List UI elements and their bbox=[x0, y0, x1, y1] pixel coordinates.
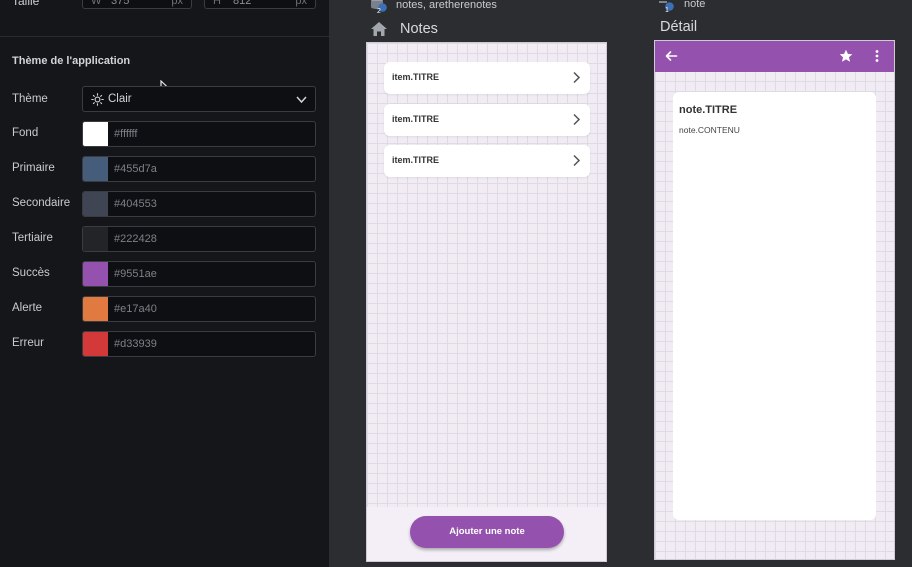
detail-title: note.TITRE bbox=[679, 104, 738, 116]
phone-screen-detail[interactable]: note.TITRE note.CONTENU bbox=[654, 40, 895, 560]
color-row-secondaire: Secondaire #404553 bbox=[0, 191, 329, 217]
back-arrow-icon[interactable] bbox=[664, 49, 678, 63]
color-label: Primaire bbox=[12, 162, 55, 174]
list-item-title: item.TITRE bbox=[392, 114, 440, 124]
data-badge: 1 bbox=[665, 7, 669, 14]
color-input[interactable]: #455d7a bbox=[82, 156, 316, 182]
height-value: 812 bbox=[233, 0, 252, 7]
theme-row: Thème Clair bbox=[0, 86, 329, 112]
chevron-right-icon bbox=[573, 154, 581, 167]
add-note-button[interactable]: Ajouter une note bbox=[410, 516, 564, 548]
color-row-alerte: Alerte #e17a40 bbox=[0, 296, 329, 322]
list-item[interactable]: item.TITRE bbox=[384, 145, 590, 177]
color-input[interactable]: #9551ae bbox=[82, 261, 316, 287]
color-hex: #ffffff bbox=[114, 128, 138, 140]
color-row-fond: Fond #ffffff bbox=[0, 121, 329, 147]
color-swatch[interactable] bbox=[83, 332, 108, 356]
detail-content: note.CONTENU bbox=[679, 125, 740, 135]
theme-select[interactable]: Clair bbox=[82, 86, 316, 112]
width-unit: px bbox=[171, 0, 183, 7]
color-hex: #9551ae bbox=[114, 268, 157, 280]
sun-icon bbox=[91, 93, 104, 106]
color-hex: #455d7a bbox=[114, 163, 157, 175]
theme-value: Clair bbox=[108, 93, 132, 105]
app-bar bbox=[655, 41, 894, 72]
color-input[interactable]: #222428 bbox=[82, 226, 316, 252]
detail-card: note.TITRE note.CONTENU bbox=[673, 92, 876, 520]
section-title: Thème de l'application bbox=[12, 55, 131, 67]
width-prefix: W bbox=[91, 0, 102, 7]
phone-screen-notes[interactable]: item.TITRE item.TITRE item.TITRE Ajouter… bbox=[366, 42, 607, 562]
theme-label: Thème bbox=[12, 93, 48, 105]
list-item[interactable]: item.TITRE bbox=[384, 104, 590, 136]
color-input[interactable]: #d33939 bbox=[82, 331, 316, 357]
data-source-label: note bbox=[684, 0, 706, 10]
bottom-bar: Ajouter une note bbox=[367, 507, 606, 561]
color-swatch[interactable] bbox=[83, 297, 108, 321]
color-input[interactable]: #ffffff bbox=[82, 121, 316, 147]
color-swatch[interactable] bbox=[83, 192, 108, 216]
size-row: Taille W 375 px H 812 px bbox=[0, 0, 329, 16]
color-hex: #222428 bbox=[114, 233, 157, 245]
list-item-title: item.TITRE bbox=[392, 155, 440, 165]
color-label: Tertiaire bbox=[12, 232, 53, 244]
divider bbox=[0, 36, 329, 37]
color-label: Erreur bbox=[12, 337, 44, 349]
height-unit: px bbox=[295, 0, 307, 7]
data-source-label: notes, aretherenotes bbox=[396, 0, 497, 11]
color-label: Fond bbox=[12, 127, 39, 139]
color-swatch[interactable] bbox=[83, 227, 108, 251]
chevron-down-icon bbox=[296, 96, 307, 104]
list-item[interactable]: item.TITRE bbox=[384, 62, 590, 94]
color-row-primaire: Primaire #455d7a bbox=[0, 156, 329, 182]
color-hex: #e17a40 bbox=[114, 303, 157, 315]
screen-title: Notes bbox=[400, 21, 438, 37]
color-row-tertiaire: Tertiaire #222428 bbox=[0, 226, 329, 252]
color-row-erreur: Erreur #d33939 bbox=[0, 331, 329, 357]
properties-panel: Taille W 375 px H 812 px Thème de l'appl… bbox=[0, 0, 329, 567]
color-swatch[interactable] bbox=[83, 122, 108, 146]
color-label: Alerte bbox=[12, 302, 43, 314]
color-input[interactable]: #e17a40 bbox=[82, 296, 316, 322]
data-badge: 2 bbox=[377, 8, 381, 15]
color-swatch[interactable] bbox=[83, 157, 108, 181]
size-label: Taille bbox=[12, 0, 40, 8]
color-swatch[interactable] bbox=[83, 262, 108, 286]
home-icon bbox=[371, 22, 387, 36]
chevron-right-icon bbox=[573, 113, 581, 126]
width-value: 375 bbox=[111, 0, 130, 7]
color-hex: #d33939 bbox=[114, 338, 157, 350]
color-row-succes: Succès #9551ae bbox=[0, 261, 329, 287]
height-input[interactable]: H 812 px bbox=[204, 0, 316, 9]
list-item-title: item.TITRE bbox=[392, 72, 440, 82]
chevron-right-icon bbox=[573, 71, 581, 84]
color-hex: #404553 bbox=[114, 198, 157, 210]
color-input[interactable]: #404553 bbox=[82, 191, 316, 217]
color-label: Succès bbox=[12, 267, 50, 279]
design-canvas[interactable]: 2 notes, aretherenotes Notes item.TITRE … bbox=[329, 0, 912, 567]
star-icon[interactable] bbox=[839, 49, 853, 63]
height-prefix: H bbox=[213, 0, 221, 7]
more-vert-icon[interactable] bbox=[872, 49, 882, 63]
screen-title: Détail bbox=[660, 19, 698, 35]
color-label: Secondaire bbox=[12, 197, 71, 209]
width-input[interactable]: W 375 px bbox=[82, 0, 192, 9]
